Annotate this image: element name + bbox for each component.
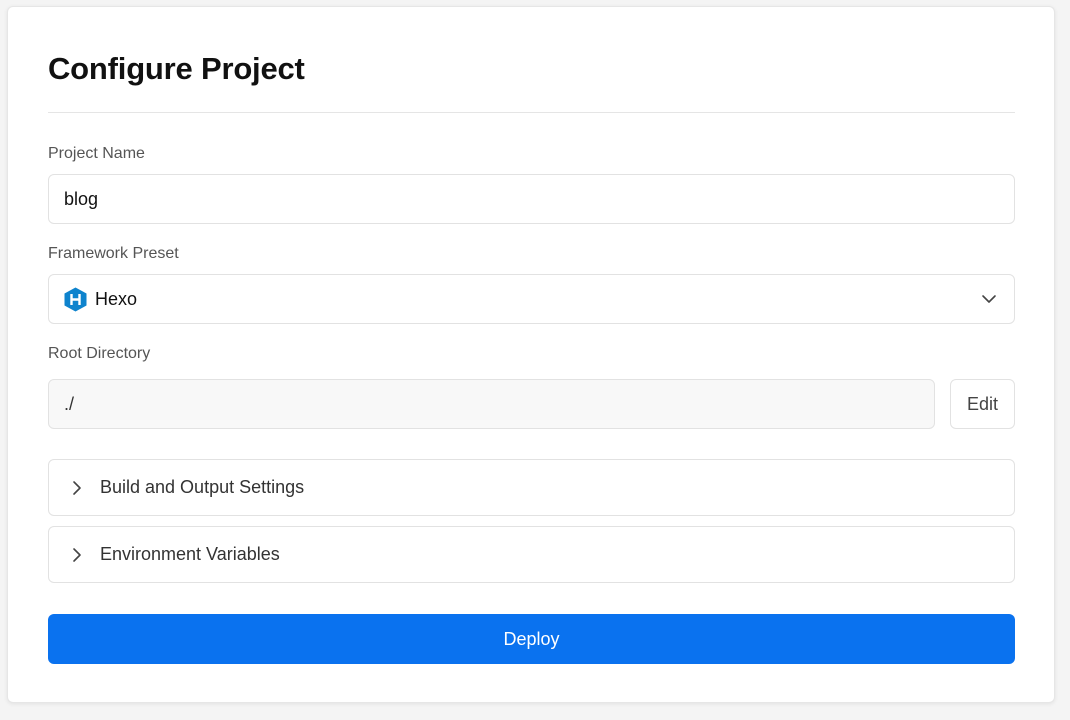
project-name-label: Project Name xyxy=(48,145,145,162)
hexo-logo-icon xyxy=(64,287,87,312)
framework-preset-label: Framework Preset xyxy=(48,245,179,262)
environment-variables-section[interactable]: Environment Variables xyxy=(48,526,1015,583)
project-name-value: blog xyxy=(64,188,99,209)
root-directory-value: ./ xyxy=(64,393,75,414)
build-output-settings-section[interactable]: Build and Output Settings xyxy=(48,459,1015,516)
root-directory-input: ./ xyxy=(48,379,935,429)
environment-variables-label: Environment Variables xyxy=(100,544,280,564)
chevron-down-icon xyxy=(980,290,998,308)
page-title: Configure Project xyxy=(48,51,305,86)
deploy-button[interactable]: Deploy xyxy=(48,614,1015,664)
chevron-right-icon xyxy=(69,480,85,496)
framework-preset-value: Hexo xyxy=(95,288,138,309)
project-name-input[interactable]: blog xyxy=(48,174,1015,224)
root-directory-label: Root Directory xyxy=(48,345,151,362)
edit-root-directory-button[interactable]: Edit xyxy=(950,379,1015,429)
build-output-settings-label: Build and Output Settings xyxy=(100,477,305,497)
configure-project-card: Configure Project Project Name blog Fram… xyxy=(7,6,1055,703)
framework-preset-select[interactable]: Hexo xyxy=(48,274,1015,324)
title-divider xyxy=(48,112,1015,113)
chevron-right-icon xyxy=(69,547,85,563)
